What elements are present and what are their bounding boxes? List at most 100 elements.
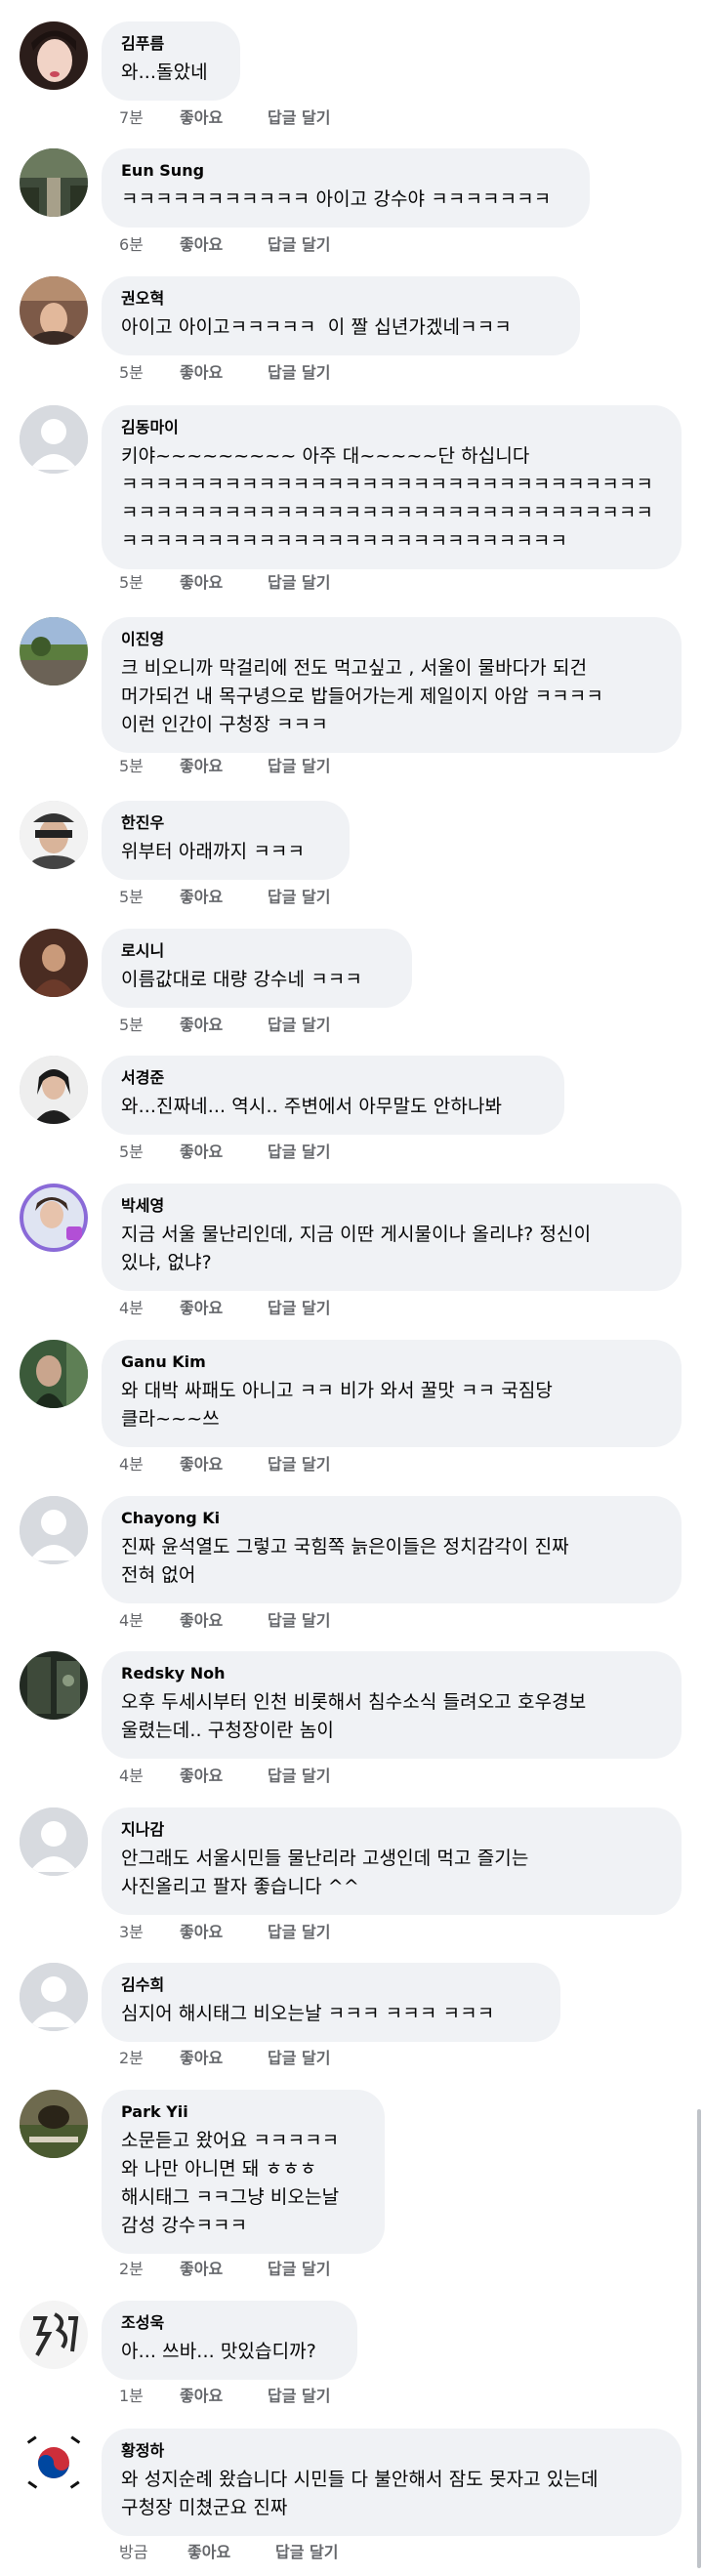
comment-author[interactable]: 김수희 — [121, 1974, 541, 1996]
avatar[interactable] — [20, 2429, 88, 2497]
comment-bubble: Chayong Ki 진짜 윤석열도 그렇고 국힘쪽 늙은이들은 정치감각이 진… — [102, 1496, 682, 1603]
like-button[interactable]: 좋아요 — [180, 2387, 223, 2406]
comment-text: 키야~~~~~~~~~ 아주 대~~~~~단 하십니다 ㅋㅋㅋㅋㅋㅋㅋㅋㅋㅋㅋㅋ… — [121, 445, 653, 552]
comment-author[interactable]: Redsky Noh — [121, 1663, 662, 1684]
comment-author[interactable]: 김동마이 — [121, 417, 662, 438]
comment-time[interactable]: 2분 — [119, 2049, 144, 2068]
comment-time[interactable]: 4분 — [119, 1455, 144, 1475]
reply-button[interactable]: 답글 달기 — [268, 2049, 330, 2068]
comment-time[interactable]: 5분 — [119, 888, 144, 907]
comment-time[interactable]: 방금 — [119, 2543, 147, 2562]
reply-button[interactable]: 답글 달기 — [268, 1143, 330, 1162]
reply-button[interactable]: 답글 달기 — [268, 1455, 330, 1475]
default-avatar-icon[interactable] — [20, 1807, 88, 1876]
like-button[interactable]: 좋아요 — [180, 757, 223, 776]
avatar[interactable] — [20, 801, 88, 869]
default-avatar-icon[interactable] — [20, 1496, 88, 1564]
comment-author[interactable]: 권오혁 — [121, 288, 560, 310]
comment-author[interactable]: 박세영 — [121, 1195, 662, 1217]
reply-button[interactable]: 답글 달기 — [268, 2387, 330, 2406]
avatar[interactable] — [20, 1340, 88, 1408]
comment-time[interactable]: 1분 — [119, 2387, 144, 2406]
reply-button[interactable]: 답글 달기 — [268, 888, 330, 907]
comment-author[interactable]: 서경준 — [121, 1067, 545, 1089]
comment-text: 크 비오니까 막걸리에 전도 먹고싶고 , 서울이 물바다가 되건 머가되건 내… — [121, 657, 603, 735]
comment-time[interactable]: 5분 — [119, 573, 144, 593]
reply-button[interactable]: 답글 달기 — [268, 1766, 330, 1786]
avatar[interactable] — [20, 2090, 88, 2158]
reply-button[interactable]: 답글 달기 — [268, 1923, 330, 1942]
comment-author[interactable]: 한진우 — [121, 812, 330, 834]
comment-bubble: 한진우 위부터 아래까지 ㅋㅋㅋ — [102, 801, 350, 880]
avatar[interactable] — [20, 21, 88, 90]
avatar[interactable] — [20, 2301, 88, 2369]
reply-button[interactable]: 답글 달기 — [268, 363, 330, 383]
avatar[interactable] — [20, 929, 88, 997]
like-button[interactable]: 좋아요 — [180, 1766, 223, 1786]
avatar[interactable] — [20, 276, 88, 345]
default-avatar-icon[interactable] — [20, 1963, 88, 2031]
reply-button[interactable]: 답글 달기 — [268, 2260, 330, 2279]
like-button[interactable]: 좋아요 — [180, 888, 223, 907]
like-button[interactable]: 좋아요 — [180, 363, 223, 383]
reply-button[interactable]: 답글 달기 — [268, 757, 330, 776]
comment-author[interactable]: 조성욱 — [121, 2312, 338, 2334]
comment-author[interactable]: Chayong Ki — [121, 1508, 662, 1529]
comment-bubble: 황정하 와 성지순례 왔습니다 시민들 다 불안해서 잠도 못자고 있는데 구청… — [102, 2429, 682, 2536]
comment-text: 지금 서울 물난리인데, 지금 이딴 게시물이나 올리냐? 정신이 있냐, 없냐… — [121, 1224, 592, 1273]
default-avatar-icon[interactable] — [20, 405, 88, 474]
comment-bubble: 김동마이 키야~~~~~~~~~ 아주 대~~~~~단 하십니다 ㅋㅋㅋㅋㅋㅋㅋ… — [102, 405, 682, 569]
comment-author[interactable]: Eun Sung — [121, 160, 570, 182]
comment-text: 아... 쓰바... 맛있습디까? — [121, 2341, 316, 2362]
like-button[interactable]: 좋아요 — [180, 235, 223, 255]
comment-time[interactable]: 5분 — [119, 363, 144, 383]
comment-author[interactable]: 이진영 — [121, 629, 662, 650]
comment-time[interactable]: 5분 — [119, 1143, 144, 1162]
avatar[interactable] — [20, 1056, 88, 1124]
comment-text: 와...돌았네 — [121, 62, 208, 83]
comment-time[interactable]: 4분 — [119, 1611, 144, 1631]
like-button[interactable]: 좋아요 — [180, 1455, 223, 1475]
reply-button[interactable]: 답글 달기 — [268, 235, 330, 255]
comment-author[interactable]: Park Yii — [121, 2101, 365, 2123]
like-button[interactable]: 좋아요 — [180, 2260, 223, 2279]
comment-bubble: 조성욱 아... 쓰바... 맛있습디까? — [102, 2301, 357, 2380]
reply-button[interactable]: 답글 달기 — [268, 1299, 330, 1318]
avatar[interactable] — [20, 1651, 88, 1720]
comment-time[interactable]: 4분 — [119, 1299, 144, 1318]
comment-author[interactable]: 로시니 — [121, 940, 393, 962]
comment-text: ㅋㅋㅋㅋㅋㅋㅋㅋㅋㅋㅋ 아이고 강수야 ㅋㅋㅋㅋㅋㅋㅋ — [121, 188, 552, 210]
comment-time[interactable]: 6분 — [119, 235, 144, 255]
avatar[interactable] — [20, 148, 88, 217]
like-button[interactable]: 좋아요 — [180, 2049, 223, 2068]
comment-bubble: 권오혁 아이고 아이고ㅋㅋㅋㅋㅋ 이 짤 십년가겠네ㅋㅋㅋ — [102, 276, 580, 355]
comment-time[interactable]: 5분 — [119, 757, 144, 776]
scrollbar[interactable] — [697, 2109, 701, 2568]
reply-button[interactable]: 답글 달기 — [268, 573, 330, 593]
comment-author[interactable]: 지나감 — [121, 1819, 662, 1841]
comment-text: 와 성지순례 왔습니다 시민들 다 불안해서 잠도 못자고 있는데 구청장 미쳤… — [121, 2469, 599, 2518]
like-button[interactable]: 좋아요 — [180, 1143, 223, 1162]
like-button[interactable]: 좋아요 — [187, 2543, 230, 2562]
like-button[interactable]: 좋아요 — [180, 1611, 223, 1631]
comment-bubble: 로시니 이름값대로 대량 강수네 ㅋㅋㅋ — [102, 929, 412, 1008]
like-button[interactable]: 좋아요 — [180, 1016, 223, 1035]
comment-time[interactable]: 2분 — [119, 2260, 144, 2279]
comment-time[interactable]: 7분 — [119, 108, 144, 128]
like-button[interactable]: 좋아요 — [180, 1923, 223, 1942]
reply-button[interactable]: 답글 달기 — [275, 2543, 338, 2562]
comment-time[interactable]: 5분 — [119, 1016, 144, 1035]
comment-author[interactable]: 황정하 — [121, 2440, 662, 2462]
like-button[interactable]: 좋아요 — [180, 1299, 223, 1318]
comment-time[interactable]: 4분 — [119, 1766, 144, 1786]
comment-author[interactable]: 김푸름 — [121, 33, 221, 55]
avatar[interactable] — [20, 1184, 88, 1252]
comment-time[interactable]: 3분 — [119, 1923, 144, 1942]
comment-author[interactable]: Ganu Kim — [121, 1351, 662, 1373]
avatar[interactable] — [20, 617, 88, 686]
like-button[interactable]: 좋아요 — [180, 573, 223, 593]
reply-button[interactable]: 답글 달기 — [268, 1016, 330, 1035]
reply-button[interactable]: 답글 달기 — [268, 1611, 330, 1631]
reply-button[interactable]: 답글 달기 — [268, 108, 330, 128]
like-button[interactable]: 좋아요 — [180, 108, 223, 128]
